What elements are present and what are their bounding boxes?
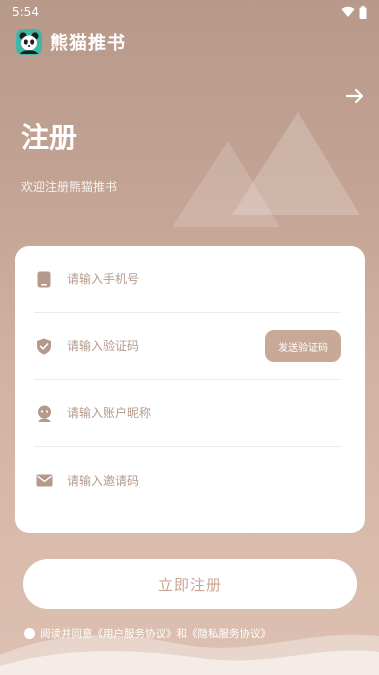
privacy-policy-link[interactable]: 《隐私服务协议》 <box>187 626 271 641</box>
agreement-row: 阅读并同意 《用户服务协议》 和 《隐私服务协议》 <box>24 626 271 641</box>
phone-field <box>34 246 341 313</box>
phone-icon <box>35 270 53 288</box>
agreement-prefix: 阅读并同意 <box>40 628 93 640</box>
user-icon <box>35 404 53 422</box>
code-field: 发送验证码 <box>34 313 341 380</box>
status-time: 5:54 <box>12 5 39 19</box>
code-input[interactable] <box>67 339 265 353</box>
invite-field <box>34 447 341 514</box>
panda-logo-icon <box>16 29 42 55</box>
nickname-field <box>34 380 341 447</box>
status-icons <box>341 5 367 19</box>
agreement-conjunction: 和 <box>176 628 188 640</box>
status-bar: 5:54 <box>0 0 379 24</box>
user-agreement-link[interactable]: 《用户服务协议》 <box>93 626 177 641</box>
page-subtitle: 欢迎注册熊猫推书 <box>21 180 118 194</box>
app-header: 熊猫推书 <box>16 28 126 56</box>
page-title: 注册 <box>21 121 78 154</box>
battery-icon <box>359 5 367 19</box>
shield-check-icon <box>35 337 53 355</box>
phone-input[interactable] <box>67 272 341 286</box>
invite-input[interactable] <box>67 473 341 488</box>
mail-icon <box>35 472 53 490</box>
agree-radio[interactable] <box>24 628 35 639</box>
arrow-right-icon <box>345 88 364 104</box>
send-code-button[interactable]: 发送验证码 <box>265 330 341 362</box>
wifi-icon <box>341 6 355 17</box>
mountains-decoration <box>172 112 360 227</box>
register-form-card: 发送验证码 <box>15 246 365 533</box>
nickname-input[interactable] <box>67 406 341 420</box>
app-name: 熊猫推书 <box>50 33 126 54</box>
